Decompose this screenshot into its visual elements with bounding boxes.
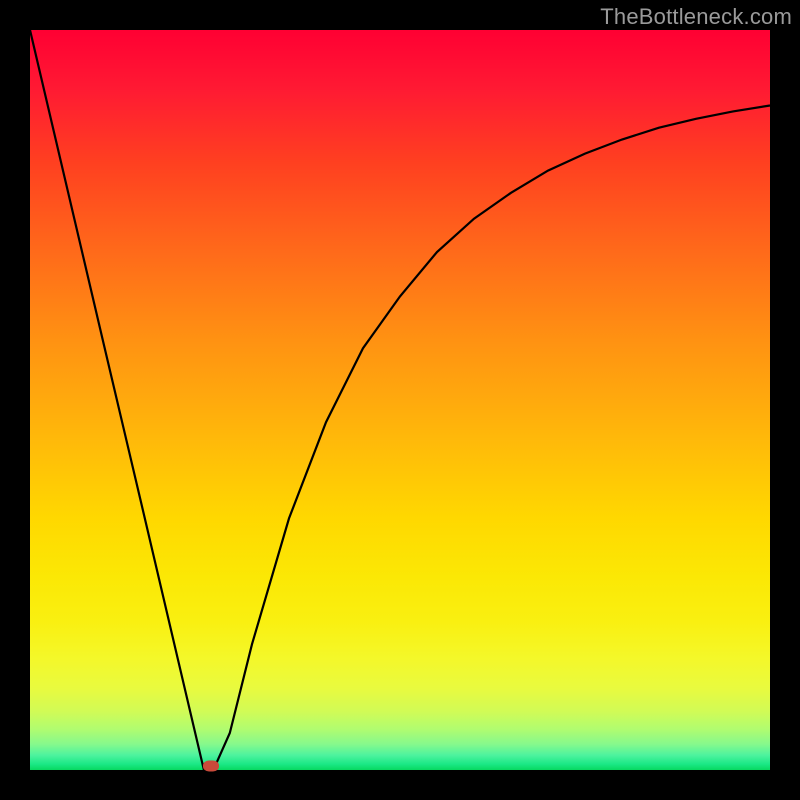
watermark-text: TheBottleneck.com — [600, 4, 792, 30]
bottleneck-curve — [30, 30, 770, 770]
optimal-marker — [203, 761, 219, 772]
curve-path — [30, 30, 770, 770]
chart-frame: TheBottleneck.com — [0, 0, 800, 800]
